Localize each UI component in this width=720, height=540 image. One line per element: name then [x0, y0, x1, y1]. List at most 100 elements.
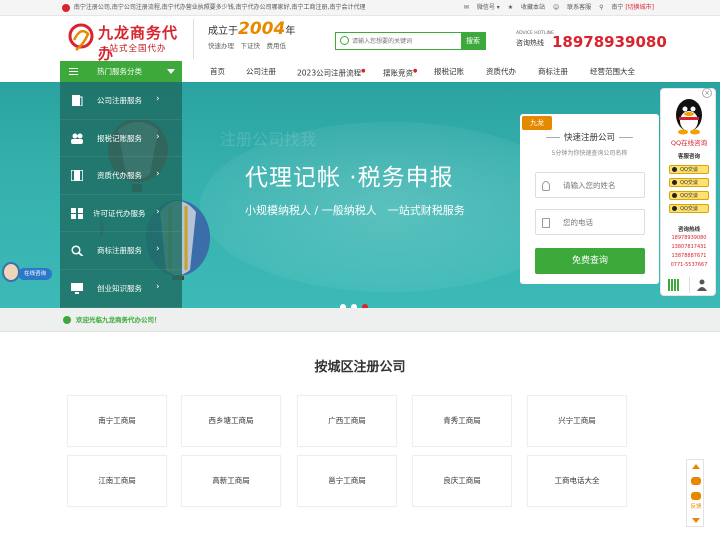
category-menu-button[interactable]: 热门服务分类 [60, 61, 182, 82]
nav-label: 报税记账 [434, 67, 464, 76]
nav-item-trademark[interactable]: 商标注册 [538, 61, 568, 82]
feedback-label[interactable]: 反馈 [687, 502, 705, 510]
nav-item-tax[interactable]: 报税记账 [434, 61, 464, 82]
nav-item-capital[interactable]: 摆账竞资● [383, 61, 417, 84]
wechat-link[interactable]: ✉ 微信号 ▾ [464, 4, 500, 11]
sidebar-item-license[interactable]: 许可证代办服务 › [60, 195, 182, 233]
site-logo[interactable]: 九龙商务代办 一站式全国代办 [68, 20, 186, 63]
nav-item-company-register[interactable]: 公司注册 [246, 61, 276, 82]
phone-field[interactable] [563, 216, 641, 229]
free-query-button[interactable]: 免费查询 [535, 248, 645, 274]
qq-service-label: 客服咨询 [677, 154, 700, 160]
founded-badge: 成立于2004年 快速办理 下证快 费用低 [193, 19, 303, 59]
welcome-text: 欢迎光临九龙商务代办公司！ [76, 316, 161, 324]
district-cell[interactable]: 广西工商局 [297, 395, 397, 447]
contact-link[interactable]: ☺ 联系客服 [553, 4, 591, 11]
sidebar-item-label: 创业知识服务 [97, 284, 142, 293]
district-cell[interactable]: 兴宁工商局 [527, 395, 627, 447]
form-title: 快速注册公司 [520, 131, 659, 143]
qq-chat-button[interactable]: QQ交谈 [669, 178, 709, 187]
qq-chat-button[interactable]: QQ交谈 [669, 204, 709, 213]
phone-field-wrap [535, 209, 645, 235]
chat-icon[interactable] [691, 477, 701, 485]
search-input[interactable] [352, 34, 460, 48]
name-field[interactable] [563, 179, 641, 192]
divider [689, 277, 690, 293]
scroll-down-icon[interactable] [692, 518, 700, 523]
hotline-en: ADVICE HOTLINE [516, 31, 555, 36]
user-icon[interactable] [697, 279, 707, 291]
switch-city-link[interactable]: [切换城市] [625, 4, 654, 11]
online-consult-float[interactable]: 在线咨询 [0, 262, 52, 284]
qq-btn-label: QQ交谈 [680, 206, 698, 212]
category-label: 热门服务分类 [97, 67, 142, 76]
nav-item-business-scope[interactable]: 经营范围大全 [590, 61, 635, 82]
logo-mark-icon [68, 23, 94, 51]
chevron-right-icon: › [156, 282, 160, 292]
search-button[interactable]: 搜索 [461, 33, 485, 49]
logo-slogan: 一站式全国代办 [100, 44, 167, 54]
district-cell[interactable]: 良庆工商局 [412, 455, 512, 507]
quick-register-form: 九龙 快速注册公司 5分钟为你快速查询公司名称 免费查询 [520, 114, 659, 284]
hotline-number[interactable]: 18978939080 [552, 33, 667, 51]
chevron-right-icon: › [156, 206, 160, 217]
sidebar-item-knowledge[interactable]: 创业知识服务 › [60, 270, 182, 308]
grid-icon [71, 207, 83, 219]
district-cell[interactable]: 青秀工商局 [412, 395, 512, 447]
sidebar-item-qualification[interactable]: 资质代办服务 › [60, 157, 182, 195]
district-cell[interactable]: 工商电话大全 [527, 455, 627, 507]
sidebar-item-trademark[interactable]: 商标注册服务 › [60, 232, 182, 270]
sidebar-item-company-register[interactable]: 公司注册服务 › [60, 82, 182, 120]
nav-item-qualification[interactable]: 资质代办 [486, 61, 516, 82]
district-cell[interactable]: 江南工商局 [67, 455, 167, 507]
favorite-label: 收藏本站 [521, 4, 546, 11]
slide-dots [340, 295, 373, 308]
founded-sub: 快速办理 下证快 费用低 [208, 42, 286, 50]
city-name: 南宁 [611, 4, 624, 11]
nav-item-register-process[interactable]: 2023公司注册流程● [297, 61, 365, 84]
qq-panel-title: QQ在线咨询 [670, 139, 708, 147]
sidebar-item-label: 许可证代办服务 [93, 208, 146, 218]
since-suffix: 年 [285, 26, 296, 37]
district-cell[interactable]: 南宁工商局 [67, 395, 167, 447]
back-to-top-icon[interactable] [692, 464, 700, 469]
section-title: 按城区注册公司 [314, 360, 406, 375]
nav-badge: ● [413, 68, 418, 74]
district-cell[interactable]: 西乡塘工商局 [181, 395, 281, 447]
document-icon [72, 95, 83, 106]
top-right-links: ✉ 微信号 ▾ ★ 收藏本站 ☺ 联系客服 ⚲ 南宁 [切换城市] [458, 0, 654, 16]
qr-code-icon[interactable] [668, 279, 680, 291]
banner-headline: 代理记帐 ·税务申报 [245, 165, 454, 191]
user-icon [542, 181, 550, 191]
qq-chat-button[interactable]: QQ交谈 [669, 191, 709, 200]
nav-badge: ● [361, 68, 366, 74]
welcome-bar: 欢迎光临九龙商务代办公司！ [0, 308, 720, 332]
message-icon[interactable] [691, 492, 701, 500]
nav-label: 摆账竞资 [383, 68, 413, 78]
district-cell[interactable]: 邕宁工商局 [297, 455, 397, 507]
founded-line: 成立于2004年 [208, 19, 303, 39]
nav-item-home[interactable]: 首页 [210, 61, 225, 82]
favorite-link[interactable]: ★ 收藏本站 [508, 4, 545, 11]
city-label: ⚲ 南宁 [切换城市] [599, 4, 654, 11]
search-icon [71, 245, 83, 257]
qq-phone: 13878887671 [671, 253, 707, 259]
district-cell[interactable]: 高新工商局 [181, 455, 281, 507]
qq-hotline-title: 咨询热线 [677, 227, 700, 233]
chevron-right-icon: › [156, 131, 160, 142]
menu-icon [69, 68, 78, 75]
qq-chat-button[interactable]: QQ交谈 [669, 165, 709, 174]
header: 九龙商务代办 一站式全国代办 成立于2004年 快速办理 下证快 费用低 搜索 … [0, 16, 720, 63]
sidebar-item-tax[interactable]: 报税记账服务 › [60, 120, 182, 158]
since-prefix: 成立于 [208, 26, 238, 37]
search-box: 搜索 [335, 32, 486, 50]
form-tag: 九龙 [522, 116, 552, 130]
chevron-right-icon: › [156, 244, 160, 255]
nav-label: 商标注册 [538, 67, 568, 76]
top-seo-links[interactable]: 南宁注册公司,南宁公司注册流程,南宁代办营业执照要多少钱,南宁代办公司哪家好,南… [74, 4, 366, 11]
banner-subline: 小规模纳税人 / 一般纳税人 一站式财税服务 [245, 204, 465, 217]
sidebar-item-label: 商标注册服务 [97, 246, 142, 256]
name-field-wrap [535, 172, 645, 198]
qq-penguin-icon [676, 99, 702, 135]
qq-small-icon [672, 167, 677, 172]
